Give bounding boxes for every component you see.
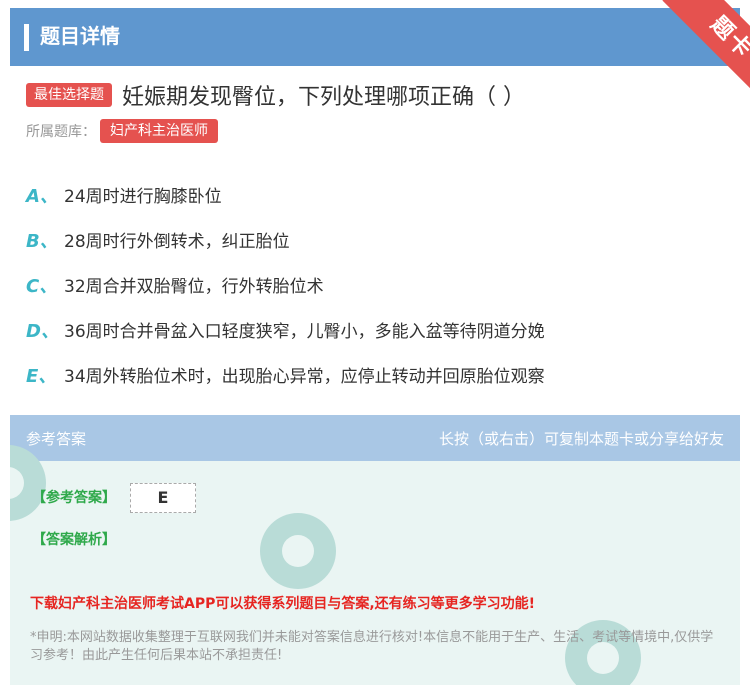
watermark-logo-icon <box>260 513 336 589</box>
question-type-badge: 最佳选择题 <box>26 83 112 107</box>
answer-header-title: 参考答案 <box>26 429 87 448</box>
corner-ribbon: 题卡 <box>650 0 750 100</box>
option-text: 36周时合并骨盆入口轻度狭窄，儿臀小，多能入盆等待阴道分娩 <box>64 322 545 342</box>
option-text: 28周时行外倒转术，纠正胎位 <box>64 232 290 252</box>
answer-label: 【参考答案】 <box>32 490 116 506</box>
option-letter: B、 <box>26 230 58 252</box>
option-a[interactable]: A、 24周时进行胸膝卧位 <box>26 172 545 217</box>
option-b[interactable]: B、 28周时行外倒转术，纠正胎位 <box>26 217 545 262</box>
option-letter: A、 <box>26 185 58 207</box>
option-d[interactable]: D、 36周时合并骨盆入口轻度狭窄，儿臀小，多能入盆等待阴道分娩 <box>26 307 545 352</box>
option-e[interactable]: E、 34周外转胎位术时，出现胎心异常，应停止转动并回原胎位观察 <box>26 352 545 397</box>
option-c[interactable]: C、 32周合并双胎臀位，行外转胎位术 <box>26 262 545 307</box>
options-list: A、 24周时进行胸膝卧位 B、 28周时行外倒转术，纠正胎位 C、 32周合并… <box>26 172 545 397</box>
question-row: 最佳选择题 妊娠期发现臀位，下列处理哪项正确（ ） <box>26 80 525 110</box>
explanation-label: 【答案解析】 <box>32 532 116 548</box>
option-letter: C、 <box>26 275 58 297</box>
option-letter: E、 <box>26 365 57 387</box>
answer-value: E <box>130 483 196 513</box>
option-letter: D、 <box>26 320 59 342</box>
question-bank-tag[interactable]: 妇产科主治医师 <box>100 119 218 143</box>
option-text: 24周时进行胸膝卧位 <box>64 187 222 207</box>
page-title: 题目详情 <box>40 24 120 48</box>
option-text: 34周外转胎位术时，出现胎心异常，应停止转动并回原胎位观察 <box>64 367 545 387</box>
share-hint: 长按（或右击）可复制本题卡或分享给好友 <box>438 429 724 448</box>
option-text: 32周合并双胎臀位，行外转胎位术 <box>64 277 324 297</box>
question-bank-row: 所属题库： 妇产科主治医师 <box>26 119 218 143</box>
question-text: 妊娠期发现臀位，下列处理哪项正确（ ） <box>122 85 525 110</box>
question-bank-label: 所属题库： <box>26 124 96 140</box>
app-promo-link[interactable]: 下载妇产科主治医师考试APP可以获得系列题目与答案,还有练习等更多学习功能! <box>30 593 535 613</box>
page-header: 题目详情 <box>10 8 740 66</box>
header-accent-bar <box>24 24 29 51</box>
corner-ribbon-label: 题卡 <box>662 0 750 100</box>
answer-panel: 参考答案 长按（或右击）可复制本题卡或分享给好友 【参考答案】 E 【答案解析】… <box>10 415 740 685</box>
disclaimer-text: *申明:本网站数据收集整理于互联网我们并未能对答案信息进行核对!本信息不能用于生… <box>30 630 714 663</box>
answer-header: 参考答案 长按（或右击）可复制本题卡或分享给好友 <box>10 415 740 461</box>
